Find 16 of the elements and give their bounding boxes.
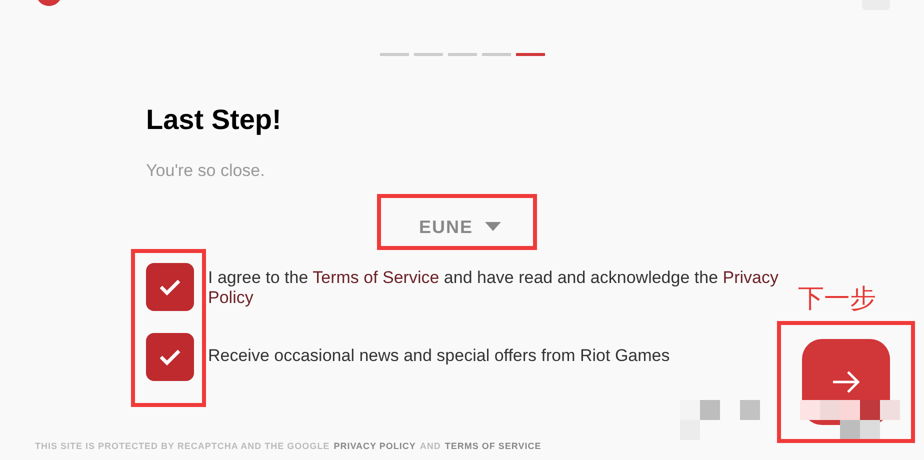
arrow-icon	[831, 370, 861, 394]
checkmark-icon	[158, 278, 182, 296]
checkmark-icon	[158, 348, 182, 366]
subtitle: You're so close.	[146, 160, 266, 182]
footer-link[interactable]: TERMS OF SERVICE	[444, 440, 542, 454]
footer-link[interactable]: PRIVACY POLICY	[334, 440, 416, 454]
region-dropdown[interactable]: EUNE	[414, 212, 505, 242]
footer-text: THIS SITE IS PROTECTED BY RECAPTCHA AND THE GOOGLE	[35, 440, 330, 453]
caret-icon	[485, 222, 501, 232]
checkbox[interactable]	[146, 332, 194, 380]
footer-text: AND	[420, 440, 441, 453]
heading: Last Step!	[146, 103, 282, 137]
annotation-label: 下一步	[798, 283, 876, 316]
checkbox-label: Receive occasional news and special offers from Riot Games	[208, 344, 671, 366]
checkbox-label: I agree to the Terms of Service and have read and acknowledge the Privacy Policy	[208, 266, 780, 308]
checkbox[interactable]	[146, 262, 194, 310]
